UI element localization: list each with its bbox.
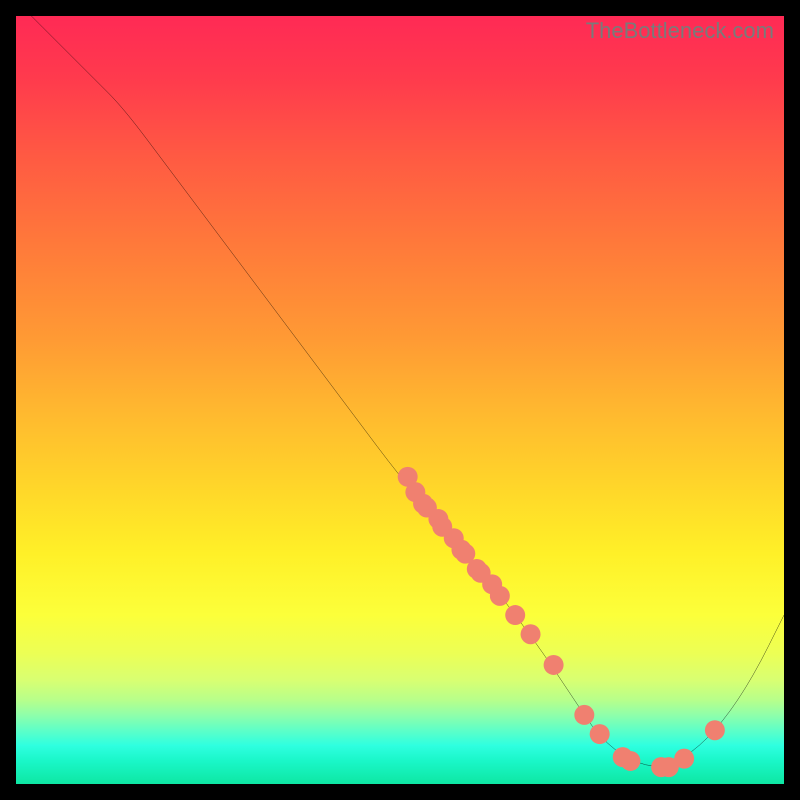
data-point [521,624,541,644]
chart-frame: TheBottleneck.com [0,0,800,800]
data-point [574,705,594,725]
data-point [590,724,610,744]
data-point [705,720,725,740]
data-point [674,749,694,769]
data-point [620,751,640,771]
data-point [505,605,525,625]
chart-overlay [16,16,784,784]
data-points [398,467,725,777]
plot-area: TheBottleneck.com [16,16,784,784]
data-point [544,655,564,675]
bottleneck-curve [31,16,784,766]
data-point [490,586,510,606]
